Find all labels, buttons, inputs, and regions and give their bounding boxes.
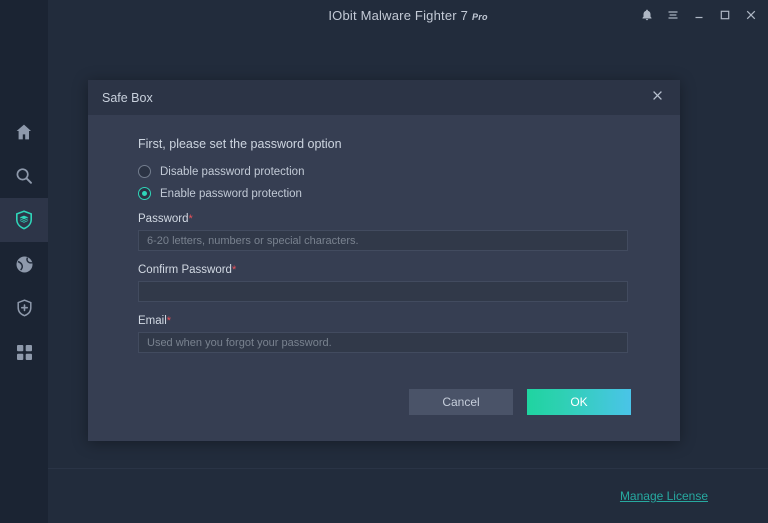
app-title-edition: Pro bbox=[472, 12, 488, 22]
window-controls bbox=[634, 0, 764, 30]
menu-button[interactable] bbox=[660, 0, 686, 30]
sidebar-item-home[interactable] bbox=[0, 110, 48, 154]
menu-icon bbox=[666, 8, 680, 22]
password-input[interactable]: 6-20 letters, numbers or special charact… bbox=[138, 230, 628, 251]
field-label-text: Confirm Password bbox=[138, 264, 232, 276]
maximize-icon bbox=[718, 8, 732, 22]
radio-label: Disable password protection bbox=[160, 165, 305, 178]
close-icon bbox=[744, 8, 758, 22]
notifications-button[interactable] bbox=[634, 0, 660, 30]
field-password: Password* 6-20 letters, numbers or speci… bbox=[138, 213, 636, 251]
main-column: IObit Malware Fighter 7 Pro Manage Licen… bbox=[48, 0, 768, 523]
home-icon bbox=[14, 122, 34, 142]
app-window: IObit Malware Fighter 7 Pro Manage Licen… bbox=[0, 0, 768, 523]
field-confirm-password: Confirm Password* bbox=[138, 264, 636, 302]
minimize-icon bbox=[692, 8, 706, 22]
radio-indicator bbox=[138, 165, 151, 178]
sidebar-item-action-center[interactable] bbox=[0, 286, 48, 330]
confirm-password-input[interactable] bbox=[138, 281, 628, 302]
field-label-text: Email bbox=[138, 315, 167, 327]
globe-icon bbox=[14, 254, 35, 275]
field-label: Password* bbox=[138, 213, 636, 225]
app-title-text: IObit Malware Fighter 7 bbox=[328, 7, 469, 23]
shield-layers-icon bbox=[13, 209, 35, 231]
minimize-button[interactable] bbox=[686, 0, 712, 30]
dialog-body: First, please set the password option Di… bbox=[88, 115, 680, 353]
title-bar: IObit Malware Fighter 7 Pro bbox=[48, 0, 768, 30]
radio-disable-password-protection[interactable]: Disable password protection bbox=[138, 165, 636, 178]
search-icon bbox=[14, 166, 34, 186]
required-marker: * bbox=[188, 213, 193, 225]
cancel-button[interactable]: Cancel bbox=[409, 389, 513, 415]
content-area: Manage License Safe Box First, please se… bbox=[48, 30, 768, 523]
ok-button[interactable]: OK bbox=[527, 389, 631, 415]
sidebar-item-protect[interactable] bbox=[0, 198, 48, 242]
dialog-buttons: Cancel OK bbox=[409, 389, 631, 415]
required-marker: * bbox=[231, 264, 237, 276]
shield-plus-icon bbox=[14, 298, 35, 319]
close-icon bbox=[651, 89, 664, 107]
radio-indicator bbox=[138, 187, 151, 200]
notifications-icon bbox=[640, 8, 654, 22]
sidebar-item-toolbox[interactable] bbox=[0, 330, 48, 374]
sidebar bbox=[0, 0, 48, 523]
dialog-intro-text: First, please set the password option bbox=[138, 137, 342, 151]
radio-enable-password-protection[interactable]: Enable password protection bbox=[138, 187, 636, 200]
footer-bar: Manage License bbox=[48, 469, 768, 523]
email-input[interactable]: Used when you forgot your password. bbox=[138, 332, 628, 353]
field-email: Email* Used when you forgot your passwor… bbox=[138, 315, 636, 353]
field-label: Confirm Password* bbox=[138, 264, 636, 276]
close-button[interactable] bbox=[738, 0, 764, 30]
grid-icon bbox=[15, 343, 34, 362]
dialog-title: Safe Box bbox=[102, 90, 153, 105]
radio-dot bbox=[142, 191, 147, 196]
sidebar-item-browser-protect[interactable] bbox=[0, 242, 48, 286]
sidebar-item-scan[interactable] bbox=[0, 154, 48, 198]
manage-license-link[interactable]: Manage License bbox=[620, 489, 708, 503]
required-marker: * bbox=[166, 315, 172, 327]
dialog-header: Safe Box bbox=[88, 80, 680, 115]
radio-label: Enable password protection bbox=[160, 187, 302, 200]
field-label: Email* bbox=[138, 315, 636, 327]
field-label-text: Password bbox=[138, 213, 189, 225]
dialog-close-button[interactable] bbox=[642, 80, 672, 115]
safe-box-dialog: Safe Box First, please set the password … bbox=[88, 80, 680, 441]
maximize-button[interactable] bbox=[712, 0, 738, 30]
